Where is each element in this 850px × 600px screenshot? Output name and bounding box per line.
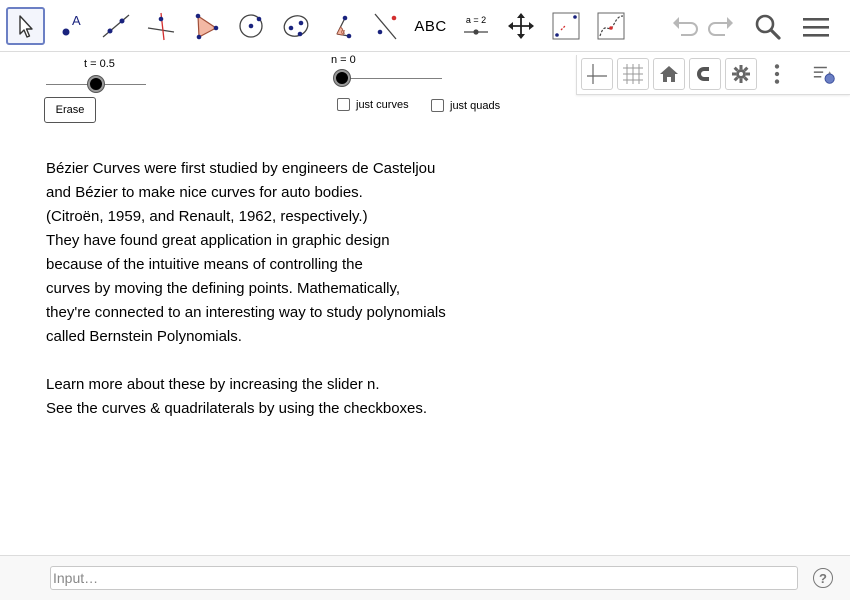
gear-icon [732,65,750,83]
svg-text:A: A [72,13,81,28]
ellipse-icon [283,15,308,37]
axes-icon [587,64,607,84]
geogebra-app: A α ABC a = 2 t = 0.5 n = 0 Erase just c… [0,0,850,600]
home-icon [660,66,678,82]
text-line: called Bernstein Polynomials. [46,328,242,345]
angle-tool[interactable]: α [321,7,360,45]
move-arrows-icon [507,13,534,39]
text-line: See the curves & quadrilaterals by using… [46,400,428,417]
text-icon: ABC [414,17,447,35]
undo-icon [673,17,698,36]
toggle-axes-button[interactable] [581,58,613,90]
grid-icon [623,64,643,84]
redo-icon [708,17,733,36]
polygon-tool[interactable] [186,7,225,45]
checkbox-box[interactable] [337,98,350,111]
redo-button[interactable] [704,10,738,44]
menu-icon [803,18,829,37]
checkbox-box[interactable] [431,99,444,112]
function-tool[interactable] [591,7,630,45]
line-icon [102,14,129,38]
checkbox-label: just curves [356,98,409,111]
style-bar-toggle-button[interactable] [809,58,841,90]
circle-tool[interactable] [231,7,270,45]
checkbox-label: just quads [450,99,501,112]
magnet-icon [697,67,713,81]
line-tool[interactable] [96,7,135,45]
text-line: They have found great application in gra… [46,232,390,249]
text-line: curves by moving the defining points. Ma… [46,280,401,297]
svg-text:α: α [341,29,345,36]
checkbox-just-curves[interactable]: just curves [337,98,409,111]
text-line: they're connected to an interesting way … [46,304,446,321]
text-line [46,349,446,373]
perpendicular-tool[interactable] [141,7,180,45]
more-options-button[interactable] [761,58,793,90]
settings-button[interactable] [725,58,757,90]
slider-n-knob[interactable] [334,70,350,86]
reflect-tool[interactable] [366,7,405,45]
checkbox-just-quads[interactable]: just quads [431,99,500,112]
polygon-icon [195,13,218,40]
angle-icon: α [335,15,351,39]
function-icon [597,12,624,40]
toggle-grid-button[interactable] [617,58,649,90]
search-icon [755,14,781,40]
graphics-style-bar [576,55,850,95]
menu-button[interactable] [799,10,833,44]
graphics-view-icon [552,12,579,40]
move-tool[interactable] [6,7,45,45]
slider-n-track[interactable] [342,78,442,79]
main-toolbar: A α ABC a = 2 [0,0,850,52]
slider-tool[interactable]: a = 2 [456,7,495,45]
search-button[interactable] [751,10,785,44]
style-bar-toggle-icon [813,66,835,84]
text-tool[interactable]: ABC [411,7,450,45]
erase-button[interactable]: Erase [44,97,96,123]
point-tool[interactable]: A [51,7,90,45]
text-line: Learn more about these by increasing the… [46,376,380,393]
svg-text:a = 2: a = 2 [465,15,485,25]
slider-t-knob[interactable] [88,76,104,92]
circle-icon [238,14,263,38]
description-text: Bézier Curves were first studied by engi… [46,157,446,421]
more-vert-icon [774,64,780,84]
text-line: because of the intuitive means of contro… [46,256,363,273]
move-view-tool[interactable] [501,7,540,45]
arrow-pointer-icon [18,15,33,38]
graphics-view-tool[interactable] [546,7,585,45]
reflect-icon [374,13,396,40]
perpendicular-icon [147,12,174,41]
text-line: and Bézier to make nice curves for auto … [46,184,363,201]
algebra-input[interactable] [50,566,798,590]
help-icon[interactable]: ? [813,568,833,588]
slider-icon: a = 2 [463,15,488,35]
conic-tool[interactable] [276,7,315,45]
text-line: (Citroën, 1959, and Renault, 1962, respe… [46,208,368,225]
slider-n-label: n = 0 [331,54,356,66]
input-bar: ? [0,555,850,600]
point-icon: A [62,13,81,36]
slider-t-label: t = 0.5 [84,58,115,70]
undo-button[interactable] [668,10,702,44]
text-line: Bézier Curves were first studied by engi… [46,160,436,177]
home-view-button[interactable] [653,58,685,90]
point-capturing-button[interactable] [689,58,721,90]
